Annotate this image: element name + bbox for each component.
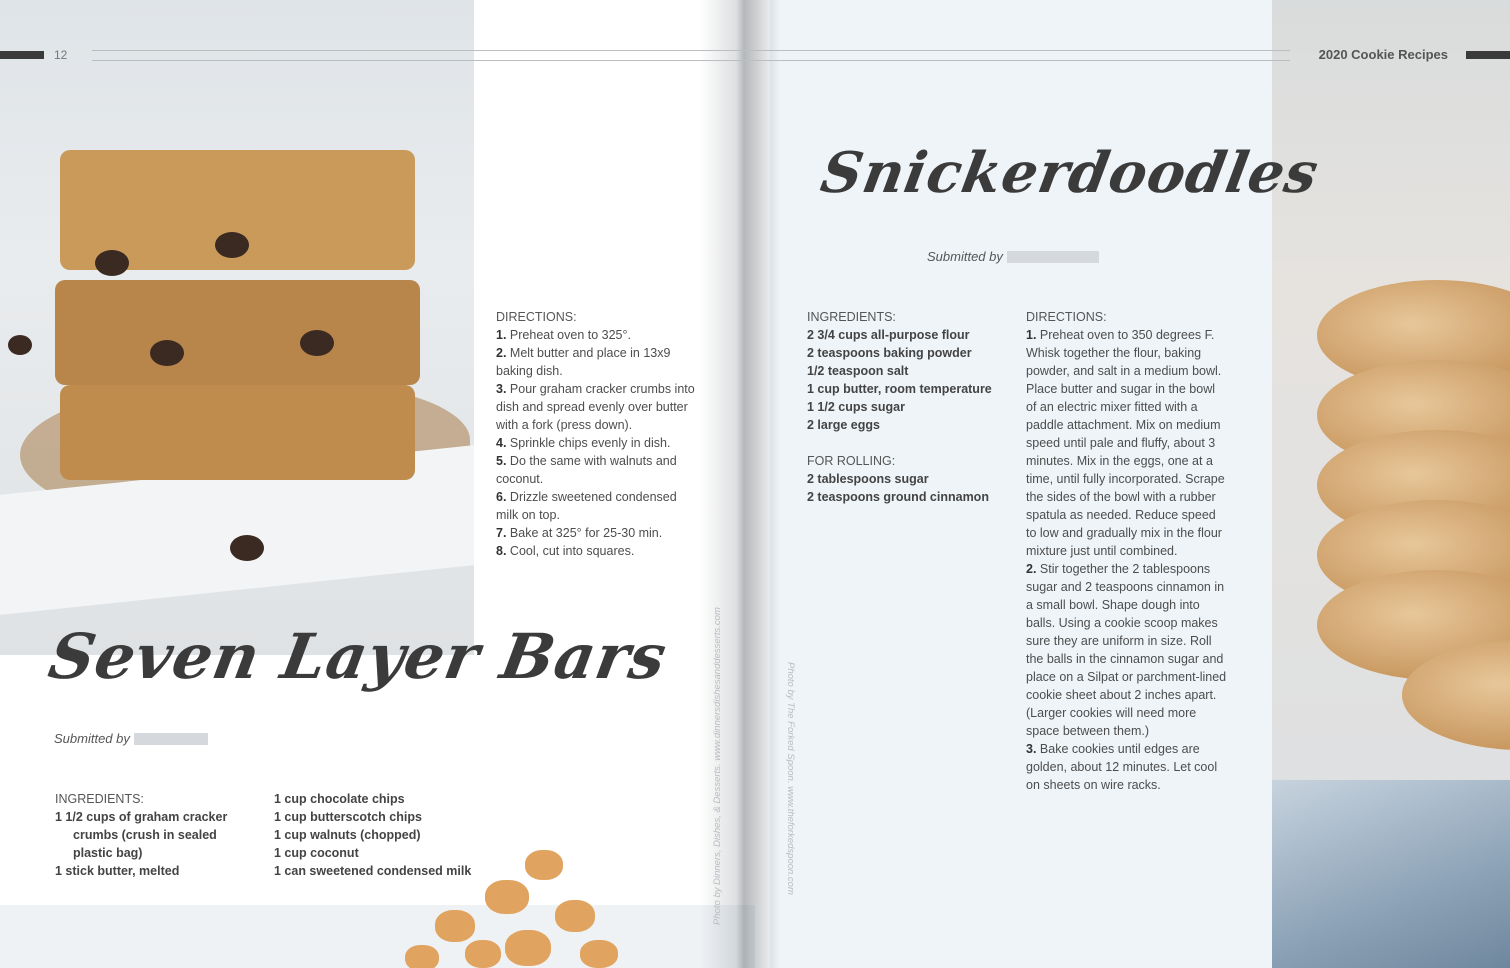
ingredient-item: 2 tablespoons sugar <box>807 472 929 486</box>
directions-heading: DIRECTIONS: <box>1026 310 1107 324</box>
snickerdoodles-submitted: Submitted by <box>927 249 1099 264</box>
rolling-heading: FOR ROLLING: <box>807 454 896 468</box>
snickerdoodles-title: Snickerdoodles <box>816 140 1324 206</box>
direction-step: 8. Cool, cut into squares. <box>496 544 635 558</box>
direction-step: 3. Bake cookies until edges are golden, … <box>1026 742 1218 792</box>
directions-heading: DIRECTIONS: <box>496 310 577 324</box>
ingredient-item: 2 teaspoons baking powder <box>807 346 972 360</box>
direction-step: 2. Stir together the 2 tablespoons sugar… <box>1026 562 1227 738</box>
seven-layer-directions: DIRECTIONS: 1. Preheat oven to 325°. 2. … <box>496 308 696 560</box>
header-rule-top <box>92 50 1290 51</box>
direction-step: 1. Preheat oven to 350 degrees F. Whisk … <box>1026 328 1225 558</box>
direction-step: 4. Sprinkle chips evenly in dish. <box>496 436 671 450</box>
ingredient-item: 2 teaspoons ground cinnamon <box>807 490 989 504</box>
redacted-name <box>1006 250 1099 263</box>
submitted-label: Submitted by <box>927 249 1003 264</box>
seven-layer-bars-title: Seven Layer Bars <box>43 620 673 693</box>
header-mark-left <box>0 51 44 59</box>
ingredient-item: 1 cup walnuts (chopped) <box>274 828 421 842</box>
magazine-spread: 12 2020 Cookie Recipes Seven Layer Bars … <box>0 0 1510 968</box>
direction-step: 6. Drizzle sweetened condensed milk on t… <box>496 490 677 522</box>
seven-layer-bars-photo <box>0 0 474 655</box>
direction-step: 1. Preheat oven to 325°. <box>496 328 631 342</box>
snickerdoodles-directions: DIRECTIONS: 1. Preheat oven to 350 degre… <box>1026 308 1228 794</box>
snickerdoodles-ingredients: INGREDIENTS: 2 3/4 cups all-purpose flou… <box>807 308 1022 506</box>
direction-step: 7. Bake at 325° for 25-30 min. <box>496 526 663 540</box>
ingredients-heading: INGREDIENTS: <box>55 792 144 806</box>
submitted-label: Submitted by <box>54 731 130 746</box>
ingredients-heading: INGREDIENTS: <box>807 310 896 324</box>
ingredient-item: 1 stick butter, melted <box>55 864 180 878</box>
ingredient-item: crumbs (crush in sealed <box>73 828 217 842</box>
ingredient-item: 1 cup coconut <box>274 846 359 860</box>
direction-step: 2. Melt butter and place in 13x9 baking … <box>496 346 671 378</box>
ingredient-item: 1/2 teaspoon salt <box>807 364 909 378</box>
seven-layer-ingredients-col2: 1 cup chocolate chips 1 cup butterscotch… <box>274 790 504 880</box>
ingredient-item: plastic bag) <box>73 846 143 860</box>
snickerdoodles-photo-credit: Photo by The Forked Spoon. www.theforked… <box>785 662 796 895</box>
ingredient-item: 2 3/4 cups all-purpose flour <box>807 328 970 342</box>
seven-layer-photo-credit: Photo by Dinners, Dishes, & Desserts. ww… <box>712 607 723 925</box>
ingredient-item: 1 cup butter, room temperature <box>807 382 992 396</box>
page-number: 12 <box>54 48 68 62</box>
running-title: 2020 Cookie Recipes <box>1318 47 1448 62</box>
seven-layer-submitted: Submitted by <box>54 731 208 746</box>
ingredient-item: 1 cup chocolate chips <box>274 792 405 806</box>
header-mark-right <box>1466 51 1510 59</box>
ingredient-item: 1 1/2 cups of graham cracker <box>55 810 228 824</box>
direction-step: 5. Do the same with walnuts and coconut. <box>496 454 677 486</box>
ingredient-item: 1 1/2 cups sugar <box>807 400 905 414</box>
direction-step: 3. Pour graham cracker crumbs into dish … <box>496 382 695 432</box>
ingredient-item: 1 cup butterscotch chips <box>274 810 422 824</box>
ingredient-item: 2 large eggs <box>807 418 880 432</box>
seven-layer-ingredients-col1: INGREDIENTS: 1 1/2 cups of graham cracke… <box>55 790 265 880</box>
header-rule-bottom <box>92 60 1290 61</box>
redacted-name <box>133 732 208 745</box>
ingredient-item: 1 can sweetened condensed milk <box>274 864 472 878</box>
